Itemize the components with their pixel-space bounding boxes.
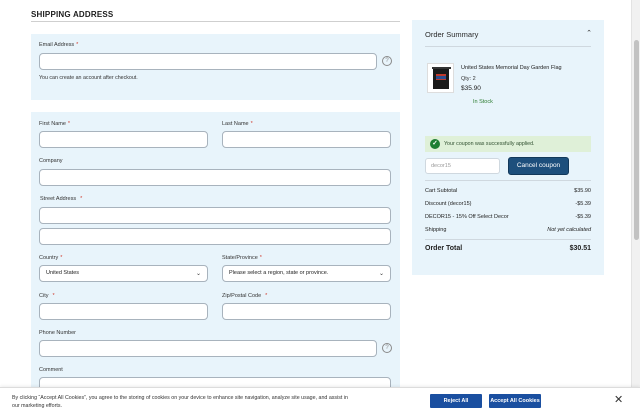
summary-divider bbox=[425, 239, 591, 240]
last-name-field[interactable] bbox=[222, 131, 391, 148]
street-line1-field[interactable] bbox=[39, 207, 391, 224]
company-label: Company bbox=[39, 158, 63, 164]
totals-label: Shipping bbox=[425, 227, 447, 233]
close-icon[interactable]: ✕ bbox=[614, 394, 623, 406]
state-label: State/Province * bbox=[222, 255, 262, 261]
first-name-field[interactable] bbox=[39, 131, 208, 148]
street-line2-field[interactable] bbox=[39, 228, 391, 245]
totals-label: DECOR15 - 15% Off Select Decor bbox=[425, 214, 509, 220]
totals-label: Discount (decor15) bbox=[425, 201, 472, 207]
coupon-success-text: Your coupon was successfully applied. bbox=[444, 141, 535, 147]
totals-value: -$5.39 bbox=[575, 201, 591, 207]
chevron-down-icon: ⌄ bbox=[195, 271, 201, 277]
email-field[interactable] bbox=[39, 53, 377, 70]
product-name: United States Memorial Day Garden Flag bbox=[461, 65, 562, 71]
totals-label: Cart Subtotal bbox=[425, 188, 458, 194]
address-panel: First Name * Last Name * Company Street Ad… bbox=[31, 112, 400, 412]
cancel-coupon-button[interactable]: Cancel coupon bbox=[508, 157, 569, 175]
coupon-success-message: ✓ Your coupon was successfully applied. bbox=[425, 136, 591, 152]
summary-divider bbox=[425, 46, 591, 47]
summary-divider bbox=[425, 180, 591, 181]
order-total-value: $30.51 bbox=[569, 245, 591, 252]
accept-all-cookies-button[interactable]: Accept All Cookies bbox=[489, 394, 541, 408]
product-qty: Qty: 2 bbox=[461, 76, 476, 82]
city-field[interactable] bbox=[39, 303, 208, 320]
stock-status: In Stock bbox=[473, 99, 493, 105]
street-label: Street Address * bbox=[40, 196, 83, 202]
flag-canton bbox=[436, 76, 446, 79]
order-summary: Order Summary ⌃ United States Memorial D… bbox=[412, 20, 604, 275]
page-title: SHIPPING ADDRESS bbox=[31, 10, 114, 19]
company-field[interactable] bbox=[39, 169, 391, 186]
totals-value: $35.90 bbox=[574, 188, 591, 194]
zip-label: Zip/Postal Code * bbox=[222, 293, 268, 299]
product-image bbox=[427, 63, 454, 93]
page-scrollbar[interactable] bbox=[631, 0, 640, 387]
zip-field[interactable] bbox=[222, 303, 391, 320]
country-select[interactable]: United States ⌄ bbox=[39, 265, 208, 282]
totals-value: -$5.39 bbox=[575, 214, 591, 220]
comment-label: Comment bbox=[39, 367, 63, 373]
phone-label: Phone Number bbox=[39, 330, 76, 336]
chevron-up-icon[interactable]: ⌃ bbox=[586, 29, 592, 37]
chevron-down-icon: ⌄ bbox=[378, 271, 384, 277]
scrollbar-thumb[interactable] bbox=[634, 40, 639, 240]
last-name-label: Last Name * bbox=[222, 121, 253, 127]
state-select[interactable]: Please select a region, state or provinc… bbox=[222, 265, 391, 282]
order-summary-title: Order Summary bbox=[425, 30, 479, 39]
email-panel: Email Address * ? You can create an accou… bbox=[31, 34, 400, 100]
email-help-icon[interactable]: ? bbox=[382, 56, 392, 66]
first-name-label: First Name * bbox=[39, 121, 71, 127]
phone-field[interactable] bbox=[39, 340, 377, 357]
product-price: $35.90 bbox=[461, 85, 481, 92]
flag-graphic bbox=[433, 69, 449, 89]
country-label: Country * bbox=[39, 255, 63, 261]
email-label: Email Address * bbox=[39, 42, 79, 48]
cookie-banner: By clicking “Accept All Cookies”, you ag… bbox=[0, 387, 640, 412]
order-total-label: Order Total bbox=[425, 245, 463, 252]
city-label: City * bbox=[39, 293, 55, 299]
check-circle-icon: ✓ bbox=[430, 139, 440, 149]
totals-value: Not yet calculated bbox=[547, 227, 591, 233]
coupon-code-input[interactable]: decor15 bbox=[425, 158, 500, 174]
phone-help-icon[interactable]: ? bbox=[382, 343, 392, 353]
title-divider bbox=[31, 21, 400, 22]
reject-all-button[interactable]: Reject All bbox=[430, 394, 482, 408]
email-hint: You can create an account after checkout… bbox=[39, 75, 138, 81]
cookie-consent-text: By clicking “Accept All Cookies”, you ag… bbox=[12, 395, 348, 409]
